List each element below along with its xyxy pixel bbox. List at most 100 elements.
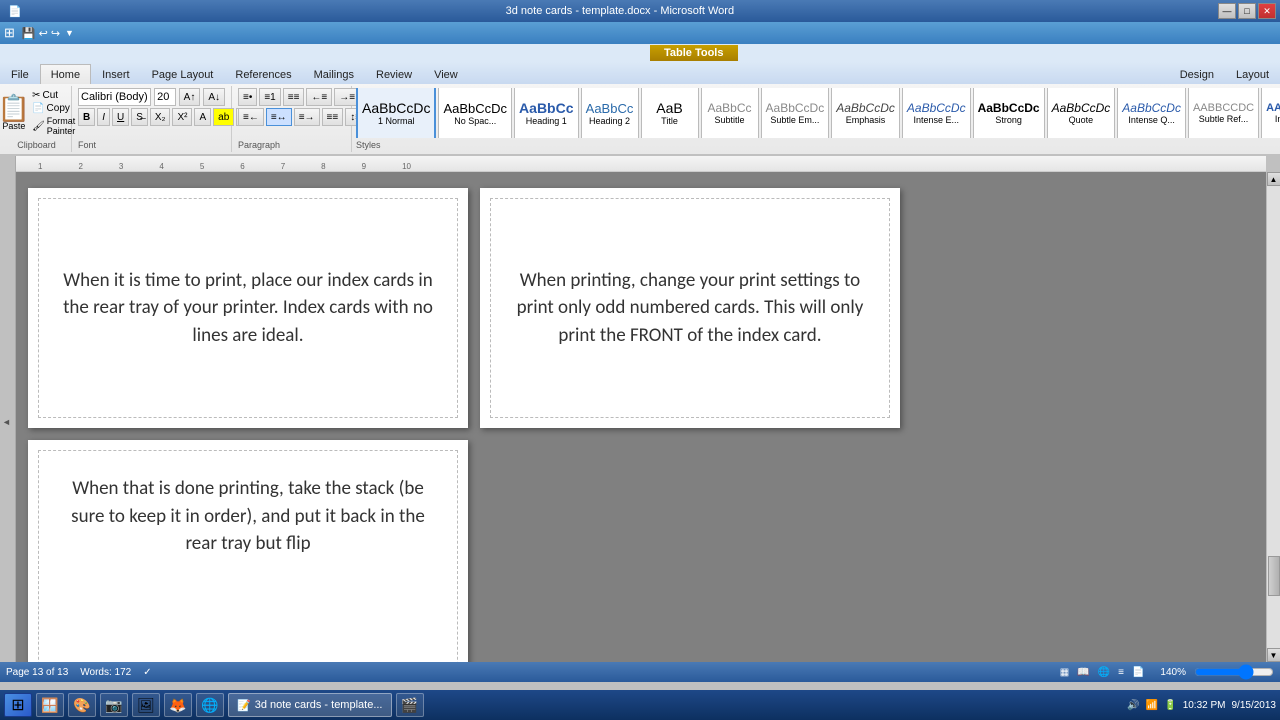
copy-button[interactable]: 📄Copy bbox=[32, 103, 75, 114]
tray-icon-1: 🔊 bbox=[1127, 700, 1139, 711]
page-card-3[interactable]: When that is done printing, take the sta… bbox=[28, 440, 468, 662]
tab-design[interactable]: Design bbox=[1169, 64, 1225, 84]
tray-icon-3: 🔋 bbox=[1164, 700, 1176, 711]
numbering-btn[interactable]: ≡1 bbox=[259, 88, 280, 106]
view-web-icon[interactable]: 🌐 bbox=[1098, 667, 1110, 678]
superscript-btn[interactable]: X² bbox=[172, 108, 192, 126]
style-intense-r[interactable]: AaBbCcDc Intense R... bbox=[1261, 88, 1280, 138]
scroll-down-btn[interactable]: ▼ bbox=[1267, 648, 1280, 662]
taskbar-app-photoshop[interactable]: 📷 bbox=[100, 693, 128, 717]
style-intense-e[interactable]: AaBbCcDc Intense E... bbox=[902, 88, 971, 138]
style-normal[interactable]: AaBbCcDc 1 Normal bbox=[356, 88, 436, 138]
format-painter-button[interactable]: 🖌Format Painter bbox=[32, 116, 75, 136]
taskbar-app-lightroom[interactable]: 🎨 bbox=[68, 693, 96, 717]
status-bar: Page 13 of 13 Words: 172 ✓ ▦ 📖 🌐 ≡ 📄 140… bbox=[0, 662, 1280, 682]
align-right-btn[interactable]: ≡→ bbox=[294, 108, 320, 126]
text-effects-btn[interactable]: A bbox=[194, 108, 211, 126]
minimize-button[interactable]: — bbox=[1218, 3, 1236, 19]
multilevel-list-btn[interactable]: ≡≡ bbox=[283, 88, 305, 106]
style-title[interactable]: AaB Title bbox=[641, 88, 699, 138]
tab-layout[interactable]: Layout bbox=[1225, 64, 1280, 84]
ruler-container: 1 2 3 4 5 6 7 8 9 10 bbox=[0, 156, 1280, 172]
ruler-right bbox=[1266, 156, 1280, 172]
ruler-tick: 6 bbox=[240, 162, 244, 171]
cut-button[interactable]: ✂Cut bbox=[32, 90, 75, 101]
paste-button[interactable]: 📋 Paste bbox=[0, 95, 30, 131]
grow-font-btn[interactable]: A↑ bbox=[179, 88, 201, 106]
taskbar-word-app[interactable]: 📝 3d note cards - template... bbox=[228, 693, 392, 717]
vertical-scrollbar[interactable]: ▲ ▼ bbox=[1266, 172, 1280, 662]
undo-quick-btn[interactable]: ↩ bbox=[39, 27, 48, 40]
quick-dropdown-icon[interactable]: ▼ bbox=[65, 28, 74, 38]
card-row-2: When that is done printing, take the sta… bbox=[28, 440, 1254, 662]
view-normal-icon[interactable]: ▦ bbox=[1060, 667, 1069, 678]
style-intense-q[interactable]: AaBbCcDc Intense Q... bbox=[1117, 88, 1186, 138]
decrease-indent-btn[interactable]: ←≡ bbox=[306, 88, 332, 106]
card-row-1: When it is time to print, place our inde… bbox=[28, 188, 1254, 428]
tab-insert[interactable]: Insert bbox=[91, 64, 141, 84]
close-button[interactable]: ✕ bbox=[1258, 3, 1276, 19]
strikethrough-btn[interactable]: S̶ bbox=[131, 108, 148, 126]
tab-references[interactable]: References bbox=[224, 64, 302, 84]
tab-file[interactable]: File bbox=[0, 64, 40, 84]
align-left-btn[interactable]: ≡← bbox=[238, 108, 264, 126]
table-tools-tab[interactable]: Table Tools bbox=[650, 45, 738, 61]
tab-review[interactable]: Review bbox=[365, 64, 423, 84]
underline-btn[interactable]: U bbox=[112, 108, 129, 126]
start-button[interactable]: ⊞ bbox=[4, 693, 32, 717]
taskbar-app-photos[interactable]: 🖼 bbox=[132, 693, 160, 717]
word-app-label: 3d note cards - template... bbox=[255, 699, 383, 711]
tray-date: 9/15/2013 bbox=[1232, 700, 1277, 711]
style-subtitle[interactable]: AaBbCc Subtitle bbox=[701, 88, 759, 138]
subscript-btn[interactable]: X₂ bbox=[150, 108, 171, 126]
tab-mailings[interactable]: Mailings bbox=[303, 64, 365, 84]
word-icon: 📝 bbox=[237, 699, 251, 712]
justify-btn[interactable]: ≡≡ bbox=[322, 108, 344, 126]
scroll-thumb[interactable] bbox=[1268, 556, 1280, 596]
save-quick-btn[interactable]: 💾 bbox=[22, 27, 36, 40]
italic-btn[interactable]: I bbox=[97, 108, 110, 126]
taskbar-app-media[interactable]: 🎬 bbox=[396, 693, 424, 717]
view-draft-icon[interactable]: 📄 bbox=[1132, 667, 1144, 678]
style-subtle-em[interactable]: AaBbCcDc Subtle Em... bbox=[761, 88, 830, 138]
zoom-slider[interactable] bbox=[1194, 667, 1274, 677]
view-outline-icon[interactable]: ≡ bbox=[1118, 667, 1124, 678]
style-subtle-ref[interactable]: AaBbCcDc Subtle Ref... bbox=[1188, 88, 1259, 138]
document-canvas[interactable]: When it is time to print, place our inde… bbox=[16, 172, 1266, 662]
style-emphasis[interactable]: AaBbCcDc Emphasis bbox=[831, 88, 900, 138]
bullets-btn[interactable]: ≡• bbox=[238, 88, 257, 106]
scroll-up-btn[interactable]: ▲ bbox=[1267, 172, 1280, 186]
tab-view[interactable]: View bbox=[423, 64, 469, 84]
redo-quick-btn[interactable]: ↪ bbox=[51, 27, 60, 40]
page-info: Page 13 of 13 bbox=[6, 667, 68, 678]
font-size-combo[interactable]: 20 bbox=[154, 88, 176, 106]
tab-page-layout[interactable]: Page Layout bbox=[141, 64, 225, 84]
shrink-font-btn[interactable]: A↓ bbox=[203, 88, 225, 106]
main-document-area: ◄ When it is time to print, place our in… bbox=[0, 172, 1280, 662]
page-card-2[interactable]: When printing, change your print setting… bbox=[480, 188, 900, 428]
taskbar: ⊞ 🪟 🎨 📷 🖼 🦊 🌐 📝 3d note cards - template… bbox=[0, 690, 1280, 720]
style-heading2[interactable]: AaBbCc Heading 2 bbox=[581, 88, 639, 138]
style-quote[interactable]: AaBbCcDc Quote bbox=[1047, 88, 1116, 138]
style-heading1[interactable]: AaBbCc Heading 1 bbox=[514, 88, 578, 138]
taskbar-app-explorer[interactable]: 🪟 bbox=[36, 693, 64, 717]
taskbar-app-chrome[interactable]: 🌐 bbox=[196, 693, 224, 717]
style-no-spacing[interactable]: AaBbCcDc No Spac... bbox=[438, 88, 512, 138]
bold-btn[interactable]: B bbox=[78, 108, 95, 126]
left-scroll-handle[interactable]: ◄ bbox=[2, 417, 11, 427]
windows-start-icon[interactable]: ⊞ bbox=[4, 25, 15, 41]
font-name-combo[interactable]: Calibri (Body) bbox=[78, 88, 151, 106]
paragraph-group-label: Paragraph bbox=[238, 140, 345, 150]
taskbar-app-firefox[interactable]: 🦊 bbox=[164, 693, 192, 717]
align-center-btn[interactable]: ≡↔ bbox=[266, 108, 292, 126]
page-card-1[interactable]: When it is time to print, place our inde… bbox=[28, 188, 468, 428]
ruler-tick: 9 bbox=[362, 162, 366, 171]
ruler-tick: 10 bbox=[402, 162, 411, 171]
maximize-button[interactable]: □ bbox=[1238, 3, 1256, 19]
ribbon-area: ⊞ 💾 ↩ ↪ ▼ Table Tools File Home Insert P… bbox=[0, 22, 1280, 156]
tab-home[interactable]: Home bbox=[40, 64, 91, 84]
system-tray: 🔊 📶 🔋 10:32 PM 9/15/2013 bbox=[1127, 700, 1276, 711]
clipboard-group: 📋 Paste ✂Cut 📄Copy 🖌Format Painter Clipb… bbox=[2, 86, 72, 152]
view-reading-icon[interactable]: 📖 bbox=[1077, 667, 1089, 678]
style-strong[interactable]: AaBbCcDc Strong bbox=[973, 88, 1045, 138]
